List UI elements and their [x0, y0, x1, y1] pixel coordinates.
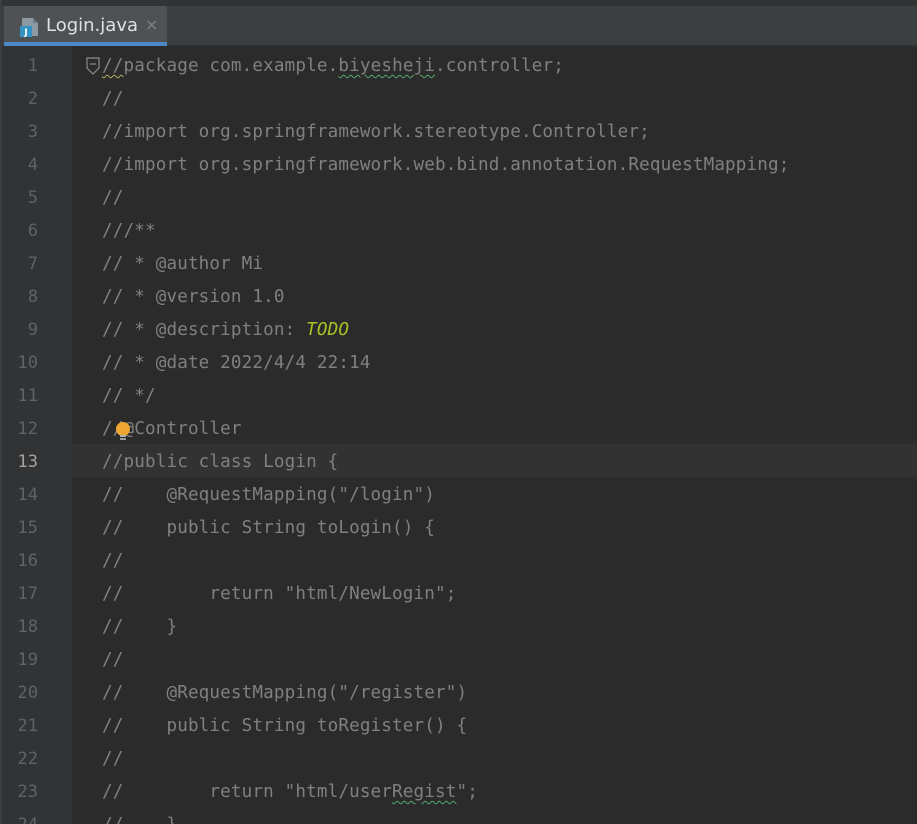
code-token: // [102, 551, 124, 571]
code-line: // return "html/NewLogin"; [102, 578, 457, 611]
code-line: // } [102, 611, 177, 644]
code-line: // public String toLogin() { [102, 512, 435, 545]
code-line: // } [102, 809, 177, 824]
code-token: // public String toRegister() { [102, 716, 468, 736]
code-token: // * @date 2022/4/4 22:14 [102, 353, 371, 373]
code-token: // @RequestMapping("/register") [102, 683, 468, 703]
code-token: "; [456, 782, 479, 802]
code-line: //package com.example.biyesheji.controll… [102, 50, 564, 83]
code-line: //import org.springframework.web.bind.an… [102, 149, 790, 182]
code-token: // } [102, 815, 177, 824]
code-token: // [102, 650, 124, 670]
code-line: // * @version 1.0 [102, 281, 285, 314]
code-line: ///** [102, 215, 156, 248]
code-token: // [102, 188, 124, 208]
code-token: // @RequestMapping("/login") [102, 485, 436, 505]
code-token: .controller; [435, 56, 564, 76]
code-token: // * @author Mi [102, 254, 264, 274]
code-line: // [102, 83, 124, 116]
code-line: // * @author Mi [102, 248, 263, 281]
code-token: // [102, 89, 124, 109]
code-token: // [102, 749, 124, 769]
code-line: // * @date 2022/4/4 22:14 [102, 347, 371, 380]
code-line: //public class Login { [102, 446, 338, 479]
fold-marker-icon[interactable] [86, 57, 100, 75]
code-line: // [102, 644, 124, 677]
code-line: // * @description: TODO [102, 314, 349, 347]
code-token: package com.example. [123, 56, 339, 76]
code-token: //public class Login { [102, 452, 339, 472]
code-token: // [102, 56, 124, 76]
code-line: // return "html/userRegist"; [102, 776, 478, 809]
code-line: // @RequestMapping("/register") [102, 677, 467, 710]
left-border [0, 0, 2, 824]
code-line: //import org.springframework.stereotype.… [102, 116, 650, 149]
code-line: // @RequestMapping("/login") [102, 479, 435, 512]
code-line: // */ [102, 380, 156, 413]
code-token: //import org.springframework.web.bind.an… [102, 155, 790, 175]
code-token: // * @description: [102, 320, 307, 340]
code-token: ///** [102, 221, 156, 241]
code-token: Regist [392, 782, 457, 802]
code-line: // public String toRegister() { [102, 710, 467, 743]
code-token: //import org.springframework.stereotype.… [102, 122, 650, 142]
code-token: // */ [102, 386, 156, 406]
code-token: // } [102, 617, 178, 637]
code-line: // [102, 182, 124, 215]
code-line: // [102, 545, 124, 578]
code-token: biyesheji [338, 56, 436, 76]
code-token: // public String toLogin() { [102, 518, 436, 538]
code-token: // return "html/NewLogin"; [102, 584, 457, 604]
lightbulb-icon[interactable] [114, 421, 132, 443]
code-line: // [102, 743, 124, 776]
ide-window: J Login.java × 1 2 3 4 5 6 7 8 9 10 11 12 13 14 15 16 17… [0, 0, 917, 824]
code-editor[interactable]: //package com.example.biyesheji.controll… [0, 0, 917, 824]
code-token: // * @version 1.0 [102, 287, 285, 307]
code-token: // return "html/user [102, 782, 393, 802]
code-token: TODO [306, 320, 350, 340]
